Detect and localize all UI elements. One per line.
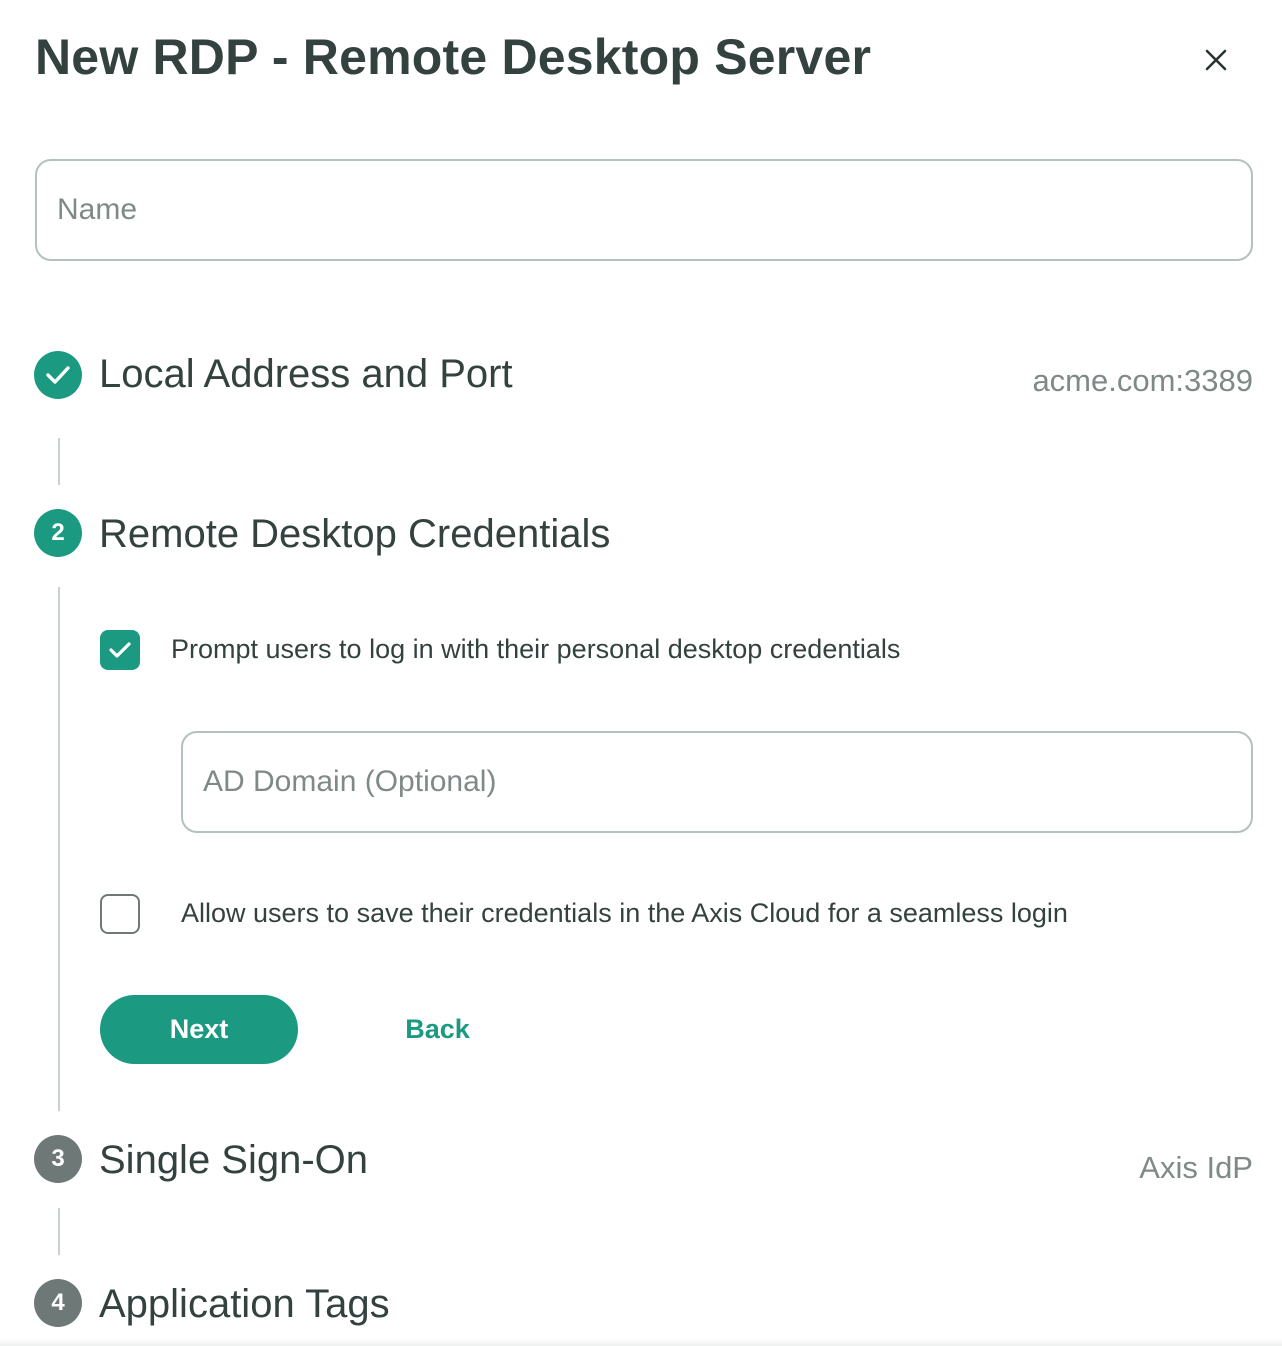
next-button[interactable]: Next <box>100 995 298 1064</box>
checkmark-icon <box>46 366 70 384</box>
new-rdp-dialog: New RDP - Remote Desktop Server Local Ad… <box>0 0 1282 1346</box>
close-icon <box>1205 49 1227 71</box>
step-3-title[interactable]: Single Sign-On <box>99 1138 368 1183</box>
prompt-credentials-checkbox[interactable] <box>100 630 140 670</box>
scroll-fade <box>0 1338 1282 1346</box>
close-button[interactable] <box>1196 40 1236 80</box>
checkmark-icon <box>109 642 131 658</box>
step-2-title: Remote Desktop Credentials <box>99 512 611 556</box>
step-1-title[interactable]: Local Address and Port <box>99 352 513 397</box>
prompt-credentials-label[interactable]: Prompt users to log in with their person… <box>171 634 900 665</box>
step-1-summary: acme.com:3389 <box>1032 363 1253 398</box>
dialog-title: New RDP - Remote Desktop Server <box>35 29 872 85</box>
ad-domain-input[interactable] <box>181 731 1253 833</box>
save-credentials-label[interactable]: Allow users to save their credentials in… <box>181 898 1068 929</box>
step-3-summary: Axis IdP <box>1139 1150 1253 1185</box>
step-3-indicator: 3 <box>34 1135 82 1183</box>
step-connector <box>58 587 60 1111</box>
save-credentials-checkbox[interactable] <box>100 894 140 934</box>
step-3-number: 3 <box>51 1145 65 1172</box>
step-4-title[interactable]: Application Tags <box>99 1282 390 1327</box>
step-connector <box>58 438 60 485</box>
step-4-number: 4 <box>51 1289 65 1316</box>
step-2-number: 2 <box>51 519 65 546</box>
step-1-complete-indicator <box>34 351 82 399</box>
step-4-indicator: 4 <box>34 1279 82 1327</box>
name-input[interactable] <box>35 159 1253 261</box>
back-button[interactable]: Back <box>380 995 495 1064</box>
step-connector <box>58 1208 60 1255</box>
step-2-indicator: 2 <box>34 509 82 557</box>
